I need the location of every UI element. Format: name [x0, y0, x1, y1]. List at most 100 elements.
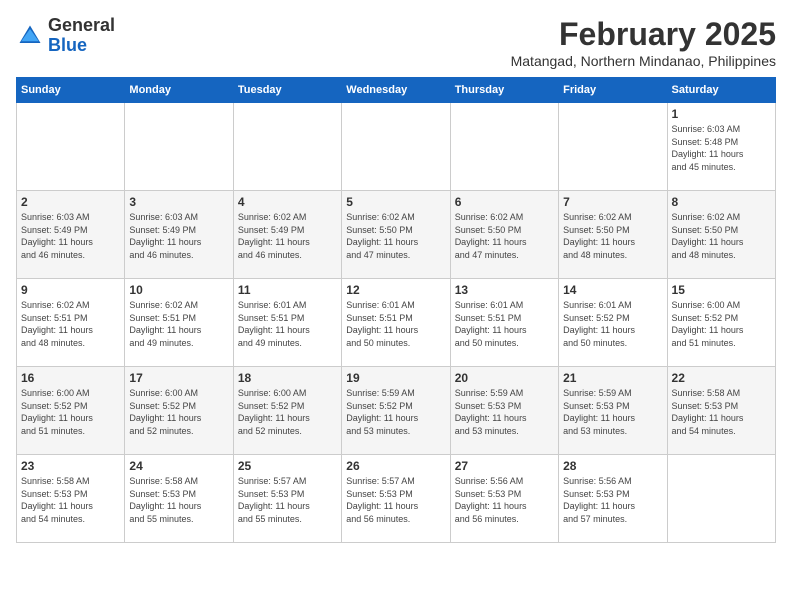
header-day-monday: Monday — [125, 78, 233, 103]
day-number: 20 — [455, 371, 554, 385]
logo-general-text: General — [48, 15, 115, 35]
calendar-cell: 20 Sunrise: 5:59 AM Sunset: 5:53 PM Dayli… — [450, 367, 558, 455]
calendar-cell: 23 Sunrise: 5:58 AM Sunset: 5:53 PM Dayli… — [17, 455, 125, 543]
day-number: 4 — [238, 195, 337, 209]
day-info: Sunrise: 6:02 AM Sunset: 5:49 PM Dayligh… — [238, 211, 337, 261]
calendar-cell: 27 Sunrise: 5:56 AM Sunset: 5:53 PM Dayli… — [450, 455, 558, 543]
day-number: 28 — [563, 459, 662, 473]
day-info: Sunrise: 6:02 AM Sunset: 5:51 PM Dayligh… — [129, 299, 228, 349]
calendar-cell: 7 Sunrise: 6:02 AM Sunset: 5:50 PM Daylig… — [559, 191, 667, 279]
calendar-cell: 18 Sunrise: 6:00 AM Sunset: 5:52 PM Dayli… — [233, 367, 341, 455]
calendar-cell — [233, 103, 341, 191]
day-number: 21 — [563, 371, 662, 385]
calendar-cell: 2Sunrise: 6:03 AM Sunset: 5:49 PM Daylig… — [17, 191, 125, 279]
calendar-cell: 9 Sunrise: 6:02 AM Sunset: 5:51 PM Daylig… — [17, 279, 125, 367]
calendar-cell: 28 Sunrise: 5:56 AM Sunset: 5:53 PM Dayli… — [559, 455, 667, 543]
calendar-cell: 1 Sunrise: 6:03 AM Sunset: 5:48 PM Daylig… — [667, 103, 775, 191]
day-number: 5 — [346, 195, 445, 209]
day-info: Sunrise: 5:58 AM Sunset: 5:53 PM Dayligh… — [129, 475, 228, 525]
location-title: Matangad, Northern Mindanao, Philippines — [511, 53, 776, 69]
day-number: 15 — [672, 283, 771, 297]
day-info: Sunrise: 6:02 AM Sunset: 5:50 PM Dayligh… — [455, 211, 554, 261]
day-number: 3 — [129, 195, 228, 209]
day-info: Sunrise: 6:00 AM Sunset: 5:52 PM Dayligh… — [21, 387, 120, 437]
day-number: 24 — [129, 459, 228, 473]
day-info: Sunrise: 5:58 AM Sunset: 5:53 PM Dayligh… — [21, 475, 120, 525]
day-number: 11 — [238, 283, 337, 297]
calendar-cell — [125, 103, 233, 191]
day-info: Sunrise: 6:00 AM Sunset: 5:52 PM Dayligh… — [129, 387, 228, 437]
day-info: Sunrise: 5:57 AM Sunset: 5:53 PM Dayligh… — [346, 475, 445, 525]
calendar-cell: 12Sunrise: 6:01 AM Sunset: 5:51 PM Dayli… — [342, 279, 450, 367]
calendar-cell: 17 Sunrise: 6:00 AM Sunset: 5:52 PM Dayli… — [125, 367, 233, 455]
day-number: 9 — [21, 283, 120, 297]
header-day-saturday: Saturday — [667, 78, 775, 103]
day-info: Sunrise: 6:03 AM Sunset: 5:49 PM Dayligh… — [129, 211, 228, 261]
day-info: Sunrise: 5:59 AM Sunset: 5:53 PM Dayligh… — [455, 387, 554, 437]
calendar-cell: 26 Sunrise: 5:57 AM Sunset: 5:53 PM Dayli… — [342, 455, 450, 543]
calendar-cell: 5 Sunrise: 6:02 AM Sunset: 5:50 PM Daylig… — [342, 191, 450, 279]
calendar-cell: 13Sunrise: 6:01 AM Sunset: 5:51 PM Dayli… — [450, 279, 558, 367]
day-info: Sunrise: 6:03 AM Sunset: 5:48 PM Dayligh… — [672, 123, 771, 173]
logo: General Blue — [16, 16, 115, 56]
day-info: Sunrise: 5:56 AM Sunset: 5:53 PM Dayligh… — [455, 475, 554, 525]
day-number: 25 — [238, 459, 337, 473]
day-info: Sunrise: 6:02 AM Sunset: 5:51 PM Dayligh… — [21, 299, 120, 349]
day-number: 19 — [346, 371, 445, 385]
calendar-header: SundayMondayTuesdayWednesdayThursdayFrid… — [17, 78, 776, 103]
title-area: February 2025 Matangad, Northern Mindana… — [511, 16, 776, 69]
header-row: SundayMondayTuesdayWednesdayThursdayFrid… — [17, 78, 776, 103]
day-info: Sunrise: 6:00 AM Sunset: 5:52 PM Dayligh… — [238, 387, 337, 437]
day-number: 7 — [563, 195, 662, 209]
header-day-thursday: Thursday — [450, 78, 558, 103]
day-number: 10 — [129, 283, 228, 297]
calendar-cell — [667, 455, 775, 543]
day-info: Sunrise: 6:01 AM Sunset: 5:51 PM Dayligh… — [238, 299, 337, 349]
calendar-cell: 21 Sunrise: 5:59 AM Sunset: 5:53 PM Dayli… — [559, 367, 667, 455]
day-number: 26 — [346, 459, 445, 473]
day-info: Sunrise: 6:02 AM Sunset: 5:50 PM Dayligh… — [346, 211, 445, 261]
calendar-cell: 15 Sunrise: 6:00 AM Sunset: 5:52 PM Dayli… — [667, 279, 775, 367]
calendar-cell — [17, 103, 125, 191]
day-number: 6 — [455, 195, 554, 209]
calendar-week-3: 9 Sunrise: 6:02 AM Sunset: 5:51 PM Daylig… — [17, 279, 776, 367]
day-number: 14 — [563, 283, 662, 297]
day-info: Sunrise: 6:02 AM Sunset: 5:50 PM Dayligh… — [563, 211, 662, 261]
calendar-cell: 4 Sunrise: 6:02 AM Sunset: 5:49 PM Daylig… — [233, 191, 341, 279]
day-number: 2 — [21, 195, 120, 209]
calendar-cell: 14 Sunrise: 6:01 AM Sunset: 5:52 PM Dayli… — [559, 279, 667, 367]
calendar-cell: 10 Sunrise: 6:02 AM Sunset: 5:51 PM Dayli… — [125, 279, 233, 367]
header-day-tuesday: Tuesday — [233, 78, 341, 103]
calendar-cell: 22 Sunrise: 5:58 AM Sunset: 5:53 PM Dayli… — [667, 367, 775, 455]
day-info: Sunrise: 6:01 AM Sunset: 5:52 PM Dayligh… — [563, 299, 662, 349]
calendar-cell — [450, 103, 558, 191]
header-day-wednesday: Wednesday — [342, 78, 450, 103]
calendar-week-2: 2 Sunrise: 6:03 AM Sunset: 5:49 PM Daylig… — [17, 191, 776, 279]
day-number: 23 — [21, 459, 120, 473]
day-info: Sunrise: 5:59 AM Sunset: 5:52 PM Dayligh… — [346, 387, 445, 437]
day-number: 17 — [129, 371, 228, 385]
day-info: Sunrise: 6:00 AM Sunset: 5:52 PM Dayligh… — [672, 299, 771, 349]
calendar-cell: 19 Sunrise: 5:59 AM Sunset: 5:52 PM Dayli… — [342, 367, 450, 455]
calendar-cell: 8Sunrise: 6:02 AM Sunset: 5:50 PM Daylig… — [667, 191, 775, 279]
day-number: 18 — [238, 371, 337, 385]
day-number: 27 — [455, 459, 554, 473]
calendar-cell: 24 Sunrise: 5:58 AM Sunset: 5:53 PM Dayli… — [125, 455, 233, 543]
day-number: 12 — [346, 283, 445, 297]
calendar-week-5: 23 Sunrise: 5:58 AM Sunset: 5:53 PM Dayli… — [17, 455, 776, 543]
month-title: February 2025 — [511, 16, 776, 53]
header-day-sunday: Sunday — [17, 78, 125, 103]
day-number: 13 — [455, 283, 554, 297]
logo-blue-text: Blue — [48, 35, 87, 55]
day-number: 1 — [672, 107, 771, 121]
day-info: Sunrise: 5:56 AM Sunset: 5:53 PM Dayligh… — [563, 475, 662, 525]
day-number: 16 — [21, 371, 120, 385]
day-info: Sunrise: 5:58 AM Sunset: 5:53 PM Dayligh… — [672, 387, 771, 437]
calendar-cell: 16 Sunrise: 6:00 AM Sunset: 5:52 PM Dayli… — [17, 367, 125, 455]
calendar-body: 1 Sunrise: 6:03 AM Sunset: 5:48 PM Daylig… — [17, 103, 776, 543]
calendar-cell: 3 Sunrise: 6:03 AM Sunset: 5:49 PM Daylig… — [125, 191, 233, 279]
calendar-week-1: 1 Sunrise: 6:03 AM Sunset: 5:48 PM Daylig… — [17, 103, 776, 191]
calendar-cell — [559, 103, 667, 191]
day-info: Sunrise: 5:59 AM Sunset: 5:53 PM Dayligh… — [563, 387, 662, 437]
day-number: 22 — [672, 371, 771, 385]
